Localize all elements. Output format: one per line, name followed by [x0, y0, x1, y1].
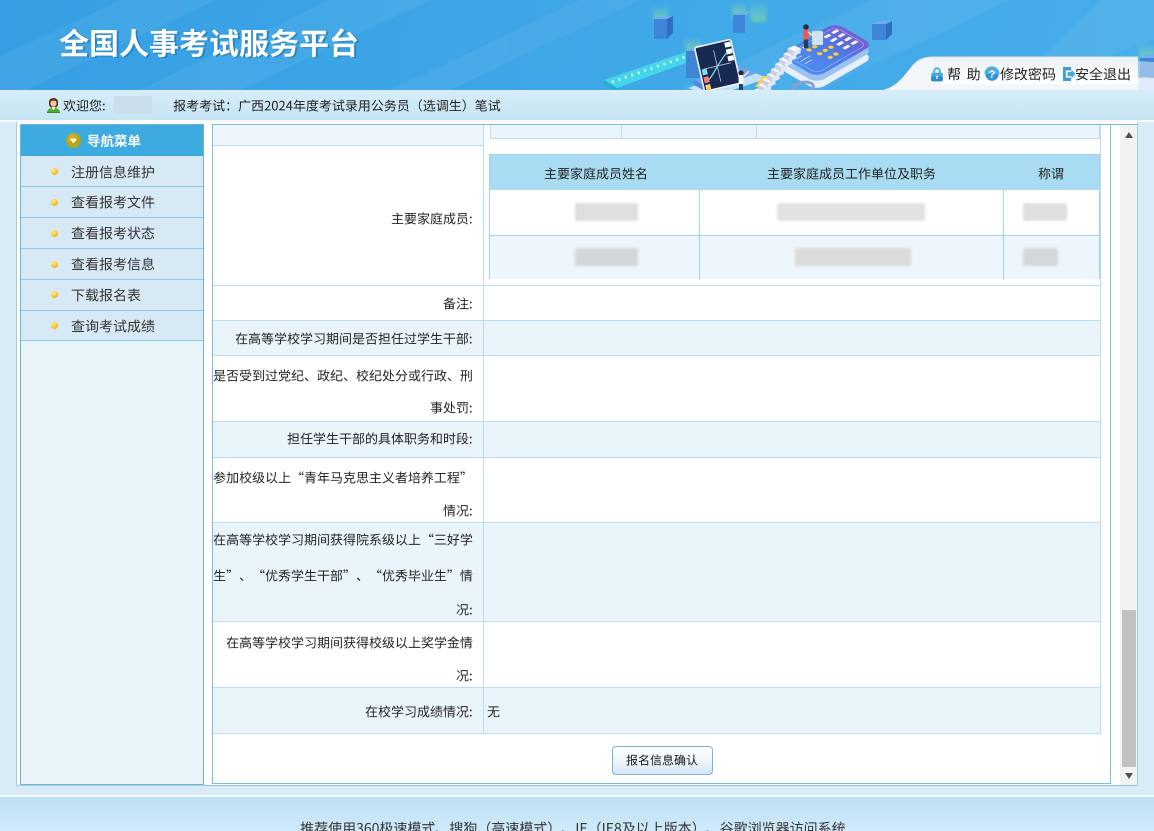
svg-text:?: ?	[989, 69, 996, 81]
